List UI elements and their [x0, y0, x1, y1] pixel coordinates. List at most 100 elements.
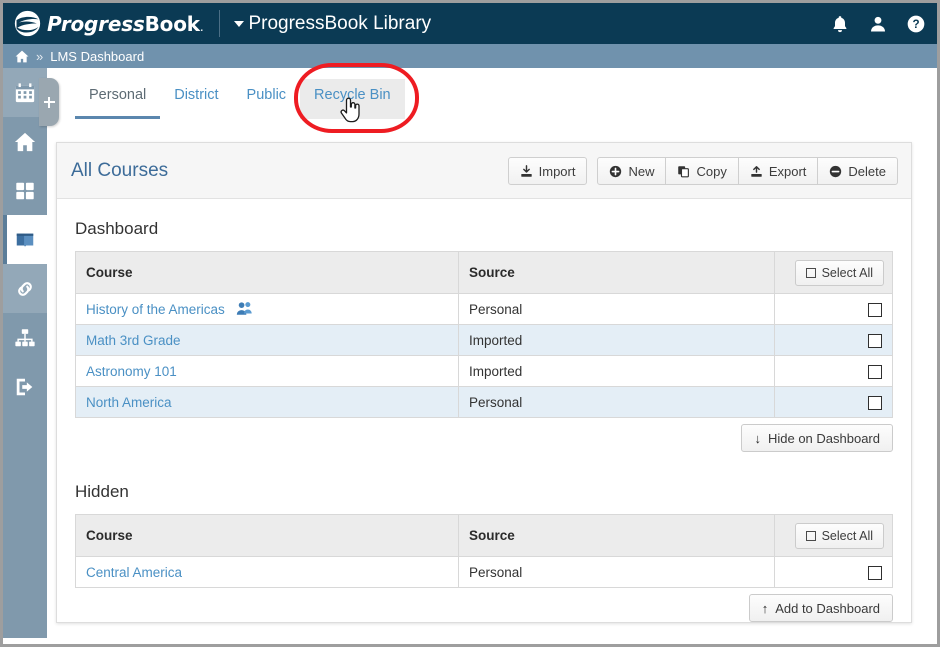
home-icon: [14, 132, 36, 151]
cell-course: Math 3rd Grade: [75, 324, 459, 356]
sidebar-item-apps[interactable]: [3, 166, 47, 215]
table-row: History of the Americas Personal: [75, 293, 893, 325]
minus-circle-icon: [830, 165, 842, 177]
add-to-dashboard-button[interactable]: ↑ Add to Dashboard: [748, 594, 893, 622]
row-checkbox[interactable]: [868, 302, 882, 317]
column-header-source: Source: [458, 251, 775, 294]
cell-source: Personal: [458, 556, 775, 588]
breadcrumb-current: LMS Dashboard: [50, 48, 145, 64]
checkbox-icon: [805, 267, 816, 278]
row-checkbox[interactable]: [868, 364, 882, 379]
tab-personal[interactable]: Personal: [75, 81, 161, 119]
course-link[interactable]: History of the Americas: [86, 302, 225, 317]
cell-course: Astronomy 101: [75, 355, 459, 387]
tab-recycle-bin[interactable]: Recycle Bin: [300, 79, 405, 119]
select-all-button-hidden[interactable]: Select All: [794, 522, 884, 549]
panel-header: All Courses Import New Copy Export Delet…: [57, 143, 911, 199]
help-icon[interactable]: ?: [906, 13, 926, 35]
import-button-label: Import: [538, 163, 576, 179]
grid-apps-icon: [16, 182, 34, 199]
sidebar-item-links[interactable]: [3, 264, 47, 313]
table-body: History of the Americas Personal Math 3r…: [75, 293, 893, 418]
course-link[interactable]: Astronomy 101: [86, 364, 177, 379]
page-title: All Courses: [71, 159, 169, 181]
select-all-button-dashboard[interactable]: Select All: [794, 259, 884, 286]
new-button-label: New: [628, 163, 655, 179]
row-checkbox[interactable]: [868, 395, 882, 410]
sidebar-item-library[interactable]: [3, 215, 47, 264]
row-checkbox[interactable]: [868, 333, 882, 348]
export-button-label: Export: [768, 163, 807, 179]
table-row: Astronomy 101 Imported: [75, 355, 893, 387]
cell-source: Personal: [458, 293, 775, 325]
top-header-bar: ProgressBook. ProgressBook Library ?: [3, 3, 937, 44]
table-header: Course Source Select All: [75, 251, 893, 294]
hide-on-dashboard-button[interactable]: ↓ Hide on Dashboard: [741, 424, 893, 452]
course-link[interactable]: Math 3rd Grade: [86, 333, 181, 348]
column-header-select: Select All: [774, 514, 893, 557]
table-row: Central America Personal: [75, 556, 893, 588]
hidden-courses-table: Course Source Select All Central America…: [75, 514, 893, 588]
panel-body: Dashboard Course Source Select All Histo…: [57, 199, 911, 622]
tab-district[interactable]: District: [160, 81, 232, 107]
tab-public-label: Public: [246, 87, 287, 103]
tab-personal-label: Personal: [89, 87, 147, 103]
user-account-icon[interactable]: [868, 13, 888, 35]
table-header: Course Source Select All: [75, 514, 893, 557]
copy-button-label: Copy: [696, 163, 727, 179]
export-button[interactable]: Export: [737, 157, 819, 185]
progressbook-logo[interactable]: ProgressBook.: [3, 3, 204, 44]
book-icon: [16, 233, 34, 247]
checkbox-icon: [805, 530, 816, 541]
progressbook-swoosh-logo-icon: [14, 10, 41, 37]
section-title-dashboard: Dashboard: [75, 219, 159, 238]
cell-select: [774, 355, 893, 387]
tab-bar: Personal District Public Recycle Bin: [47, 68, 937, 130]
sidebar-expand-button[interactable]: [39, 78, 59, 126]
cell-course: North America: [75, 386, 459, 418]
tab-public[interactable]: Public: [233, 81, 301, 107]
dashboard-courses-table: Course Source Select All History of the …: [75, 251, 893, 418]
application-window: ProgressBook. ProgressBook Library ? » L…: [0, 0, 940, 647]
logo-word-progress: Progress: [47, 11, 145, 36]
breadcrumb: » LMS Dashboard: [3, 44, 937, 68]
import-button[interactable]: Import: [507, 157, 588, 185]
export-upload-icon: [751, 165, 762, 177]
hide-on-dashboard-label: Hide on Dashboard: [767, 430, 880, 446]
cell-course: History of the Americas: [75, 293, 459, 325]
delete-button-label: Delete: [848, 163, 886, 179]
add-to-dashboard-label: Add to Dashboard: [775, 600, 880, 616]
sidebar-item-org-chart[interactable]: [3, 313, 47, 362]
cell-select: [774, 386, 893, 418]
import-download-icon: [520, 164, 532, 177]
cell-source: Personal: [458, 386, 775, 418]
table-row: Math 3rd Grade Imported: [75, 324, 893, 356]
table-body: Central America Personal: [75, 556, 893, 588]
notifications-bell-icon[interactable]: [830, 13, 850, 35]
delete-button[interactable]: Delete: [817, 157, 898, 185]
logout-icon: [16, 378, 33, 395]
new-button[interactable]: New: [597, 157, 667, 185]
column-header-course: Course: [75, 251, 459, 294]
arrow-up-icon: ↑: [761, 600, 769, 616]
logo-wordmark: ProgressBook.: [47, 11, 204, 36]
home-icon[interactable]: [15, 50, 29, 63]
section-title-hidden: Hidden: [75, 482, 129, 501]
sidebar-item-logout[interactable]: [3, 362, 47, 411]
plus-circle-icon: [610, 165, 622, 177]
cell-select: [774, 293, 893, 325]
all-courses-panel: All Courses Import New Copy Export Delet…: [56, 142, 912, 623]
table-row: North America Personal: [75, 386, 893, 418]
row-checkbox[interactable]: [868, 565, 882, 580]
copy-button[interactable]: Copy: [665, 157, 739, 185]
course-link[interactable]: North America: [86, 395, 172, 410]
copy-pages-icon: [678, 165, 690, 177]
tab-recycle-bin-label: Recycle Bin: [314, 87, 391, 103]
app-switcher[interactable]: ProgressBook Library: [234, 13, 431, 35]
sitemap-icon: [15, 328, 35, 346]
table-header-row: Course Source Select All: [75, 514, 893, 557]
select-all-label: Select All: [821, 265, 873, 280]
header-icon-group: ?: [830, 3, 926, 44]
course-link[interactable]: Central America: [86, 565, 182, 580]
cell-course: Central America: [75, 556, 459, 588]
